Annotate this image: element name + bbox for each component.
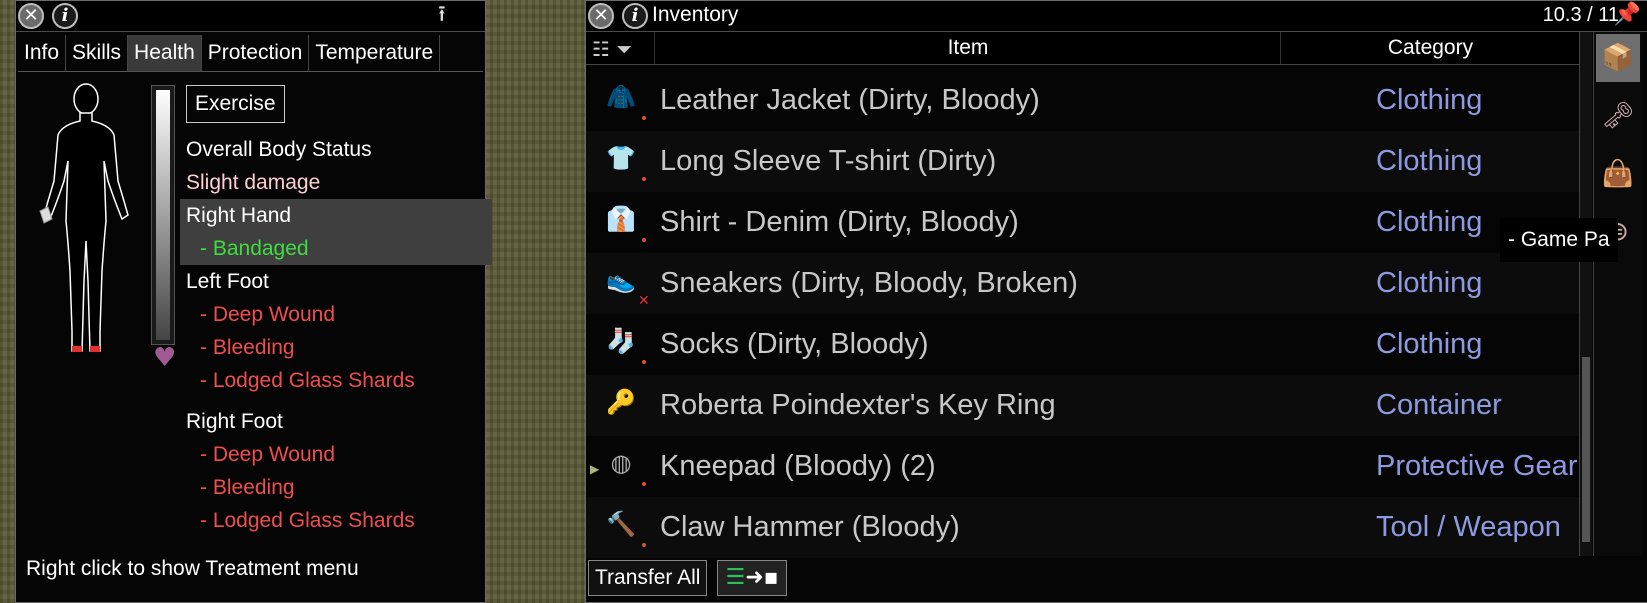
column-category-header[interactable]: Category xyxy=(1280,32,1580,64)
item-name: Roberta Poindexter's Key Ring xyxy=(660,389,1056,421)
inventory-header: ☷ ⏷ Item Category xyxy=(586,32,1579,65)
box-icon[interactable]: 📦 xyxy=(1596,34,1640,82)
status-condition: - Deep Wound xyxy=(200,443,336,466)
condition-dot-icon xyxy=(642,238,646,242)
container-sidebar: 📦 🗝 👜 ⊜ xyxy=(1593,32,1642,556)
hammer-icon: 🔨 xyxy=(606,510,636,538)
scroll-thumb[interactable] xyxy=(1582,357,1590,542)
view-toggle-icon[interactable]: ☷ ⏷ xyxy=(592,37,632,61)
exercise-button[interactable]: Exercise xyxy=(186,85,285,123)
item-name: Socks (Dirty, Bloody) xyxy=(660,328,929,360)
key-ring-icon: 🔑 xyxy=(606,388,636,416)
inventory-row[interactable]: 🧦 Socks (Dirty, Bloody) Clothing xyxy=(586,314,1579,375)
health-bar xyxy=(151,85,175,345)
bag-icon[interactable]: 👜 xyxy=(1596,150,1640,198)
inventory-row[interactable]: 👟 ✕ Sneakers (Dirty, Bloody, Broken) Clothi… xyxy=(586,253,1579,314)
health-tabs: Info Skills Health Protection Temperatur… xyxy=(18,35,483,72)
equipped-marker-icon: ▶ xyxy=(590,462,600,476)
inventory-scrollbar[interactable] xyxy=(1579,32,1592,556)
item-category: Clothing xyxy=(1376,84,1483,116)
inventory-row[interactable]: 🔑 Roberta Poindexter's Key Ring Container xyxy=(586,375,1579,436)
sneakers-icon: 👟 xyxy=(606,266,636,294)
pin-icon[interactable]: 📌 xyxy=(1614,3,1641,27)
transfer-all-button[interactable]: Transfer All xyxy=(588,560,708,596)
health-titlebar[interactable]: ✕ i ⭱ xyxy=(16,1,485,32)
inventory-footer: Transfer All ☰➜▪ xyxy=(586,558,1647,598)
pin-icon[interactable]: ⭱ xyxy=(438,3,446,27)
inventory-list: 🧥 Leather Jacket (Dirty, Bloody) Clothing 👕… xyxy=(586,70,1579,558)
tab-protection[interactable]: Protection xyxy=(202,35,310,71)
status-condition: - Bleeding xyxy=(200,476,295,499)
condition-dot-icon xyxy=(642,177,646,181)
item-category: Protective Gear xyxy=(1376,450,1578,482)
kneepad-icon: ◍ xyxy=(610,449,632,477)
keys-icon[interactable]: 🗝 xyxy=(1596,92,1640,140)
close-icon[interactable]: ✕ xyxy=(588,3,614,29)
status-condition: - Lodged Glass Shards xyxy=(200,369,415,392)
shirt-icon: 👕 xyxy=(606,144,636,172)
inventory-row[interactable]: 👕 Long Sleeve T-shirt (Dirty) Clothing xyxy=(586,131,1579,192)
item-category: Tool / Weapon xyxy=(1376,511,1561,543)
condition-dot-icon xyxy=(642,116,646,120)
condition-dot-icon xyxy=(642,482,646,486)
tab-info[interactable]: Info xyxy=(18,35,67,71)
weight-readout: 10.3 / 11 xyxy=(1542,4,1619,26)
inventory-row[interactable]: 🔨 Claw Hammer (Bloody) Tool / Weapon xyxy=(586,497,1579,558)
item-name: Leather Jacket (Dirty, Bloody) xyxy=(660,84,1040,116)
inventory-row[interactable]: ▶ ◍ Kneepad (Bloody) (2) Protective Gear xyxy=(586,436,1579,497)
column-item-header[interactable]: Item xyxy=(654,32,1281,64)
denim-shirt-icon: 👔 xyxy=(606,205,636,233)
condition-dot-icon xyxy=(642,360,646,364)
item-name: Long Sleeve T-shirt (Dirty) xyxy=(660,145,997,177)
status-part-right-foot[interactable]: Right Foot xyxy=(186,405,492,438)
status-condition: - Bleeding xyxy=(200,336,295,359)
info-icon[interactable]: i xyxy=(622,3,648,29)
close-icon[interactable]: ✕ xyxy=(18,3,44,29)
status-part-left-foot[interactable]: Left Foot xyxy=(186,265,492,298)
item-name: Claw Hammer (Bloody) xyxy=(660,511,960,543)
jacket-icon: 🧥 xyxy=(606,83,636,111)
status-overall-label: Overall Body Status xyxy=(186,138,372,161)
transfer-icon[interactable]: ☰➜▪ xyxy=(717,560,787,596)
status-condition[interactable]: - Bandaged xyxy=(180,232,492,265)
filter-icon[interactable]: ⏷ xyxy=(616,37,632,61)
inventory-window: ✕ i Inventory 10.3 / 11 📌 ☷ ⏷ Item Categ… xyxy=(585,0,1647,603)
item-category: Clothing xyxy=(1376,145,1483,177)
status-part-right-hand[interactable]: Right Hand xyxy=(180,199,492,232)
status-condition: - Lodged Glass Shards xyxy=(200,509,415,532)
container-tooltip: - Game Pa xyxy=(1500,218,1618,262)
inventory-row[interactable]: 👔 Shirt - Denim (Dirty, Bloody) Clothing xyxy=(586,192,1579,253)
inventory-row[interactable]: 🧥 Leather Jacket (Dirty, Bloody) Clothing xyxy=(586,70,1579,131)
status-condition: - Deep Wound xyxy=(200,303,336,326)
body-status-list: Overall Body Status Slight damage Right … xyxy=(180,133,492,537)
health-window: ✕ i ⭱ Info Skills Health Protection Temp… xyxy=(15,0,492,603)
item-name: Kneepad (Bloody) (2) xyxy=(660,450,936,482)
item-category: Clothing xyxy=(1376,328,1483,360)
broken-icon: ✕ xyxy=(638,293,650,309)
window-title: Inventory xyxy=(652,3,739,26)
status-overall-value: Slight damage xyxy=(186,171,321,194)
tab-health[interactable]: Health xyxy=(128,35,202,71)
item-name: Sneakers (Dirty, Bloody, Broken) xyxy=(660,267,1078,299)
tab-temperature[interactable]: Temperature xyxy=(309,35,441,71)
item-category: Clothing xyxy=(1376,267,1483,299)
condition-dot-icon xyxy=(642,543,646,547)
item-category: Container xyxy=(1376,389,1502,421)
item-name: Shirt - Denim (Dirty, Bloody) xyxy=(660,206,1019,238)
inventory-titlebar[interactable]: ✕ i Inventory 10.3 / 11 📌 xyxy=(586,1,1647,32)
socks-icon: 🧦 xyxy=(606,327,636,355)
heart-icon: ♥ xyxy=(153,343,177,373)
treatment-hint: Right click to show Treatment menu xyxy=(26,557,359,580)
body-silhouette[interactable] xyxy=(26,81,146,376)
tab-skills[interactable]: Skills xyxy=(66,35,129,71)
info-icon[interactable]: i xyxy=(52,3,78,29)
